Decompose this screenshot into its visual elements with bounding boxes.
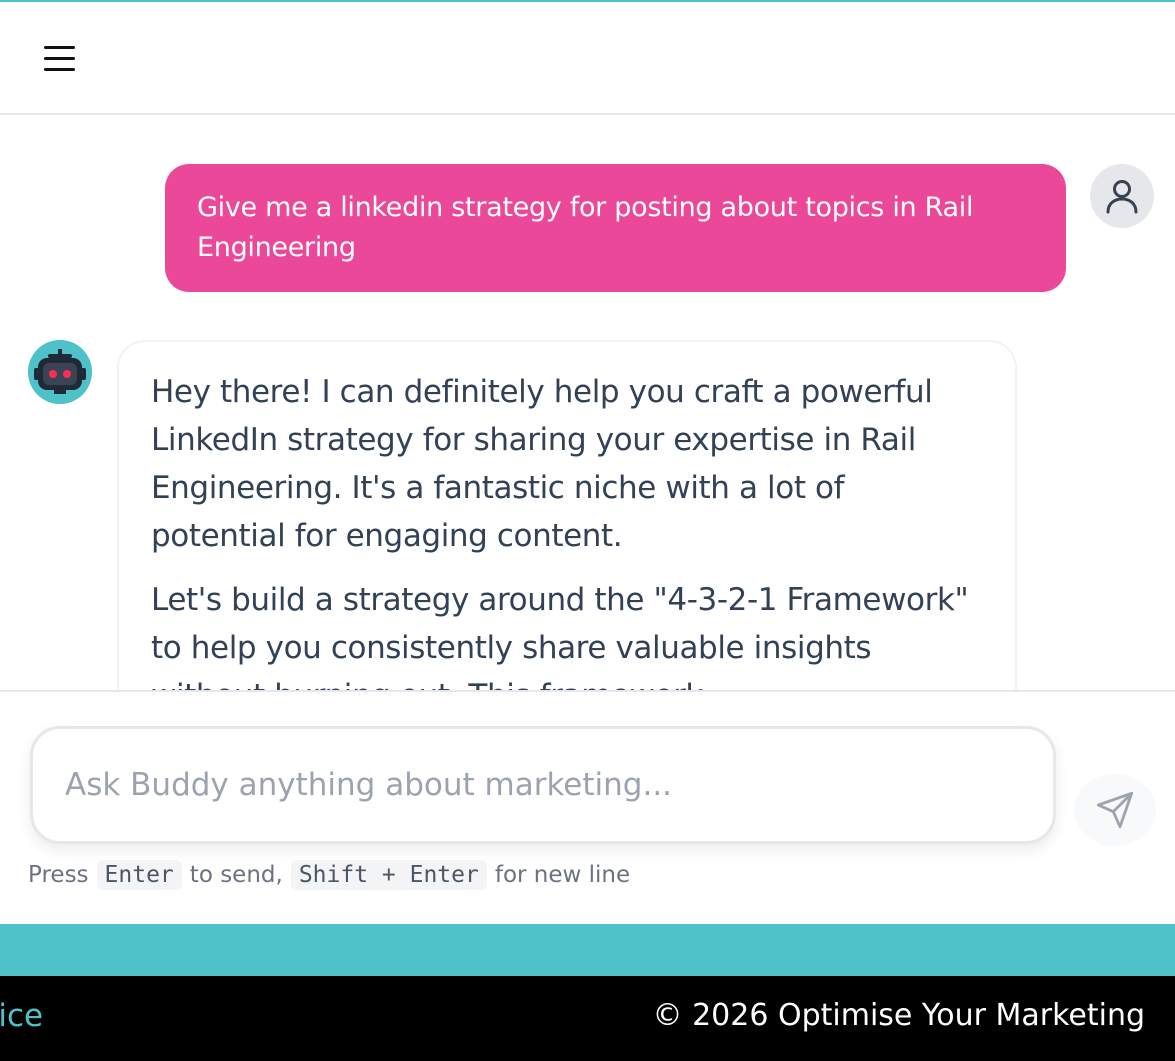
site-footer: vice © 2026 Optimise Your Marketing — [0, 976, 1175, 1061]
footer-link[interactable]: vice — [0, 998, 43, 1034]
user-avatar — [1090, 164, 1154, 228]
bot-message-paragraph: Hey there! I can definitely help you cra… — [151, 374, 933, 554]
hamburger-menu-icon[interactable] — [44, 46, 76, 72]
hint-text: to send, — [189, 862, 283, 888]
message-input-wrapper — [30, 726, 1056, 844]
message-input[interactable] — [33, 729, 1053, 841]
bot-message-bubble: Hey there! I can definitely help you cra… — [117, 340, 1017, 690]
message-composer: Press Enter to send, Shift + Enter for n… — [0, 690, 1175, 924]
keyboard-hint: Press Enter to send, Shift + Enter for n… — [28, 860, 630, 890]
send-icon — [1096, 791, 1134, 829]
send-button[interactable] — [1074, 774, 1156, 846]
app-header — [0, 2, 1175, 115]
footer-teal-band — [0, 924, 1175, 976]
user-message-text: Give me a linkedin strategy for posting … — [197, 192, 974, 263]
footer-copyright: © 2026 Optimise Your Marketing — [652, 998, 1145, 1033]
hint-text: for new line — [494, 862, 631, 888]
hint-text: Press — [28, 862, 89, 888]
robot-icon — [28, 340, 92, 404]
kbd-shift-enter: Shift + Enter — [290, 860, 487, 890]
user-icon — [1106, 180, 1138, 214]
bot-message-paragraph: Let's build a strategy around the "4-3-2… — [151, 582, 969, 690]
kbd-enter: Enter — [96, 860, 182, 890]
chat-message-list[interactable]: Give me a linkedin strategy for posting … — [0, 116, 1175, 690]
bot-avatar — [28, 340, 92, 404]
user-message-bubble: Give me a linkedin strategy for posting … — [165, 164, 1066, 292]
